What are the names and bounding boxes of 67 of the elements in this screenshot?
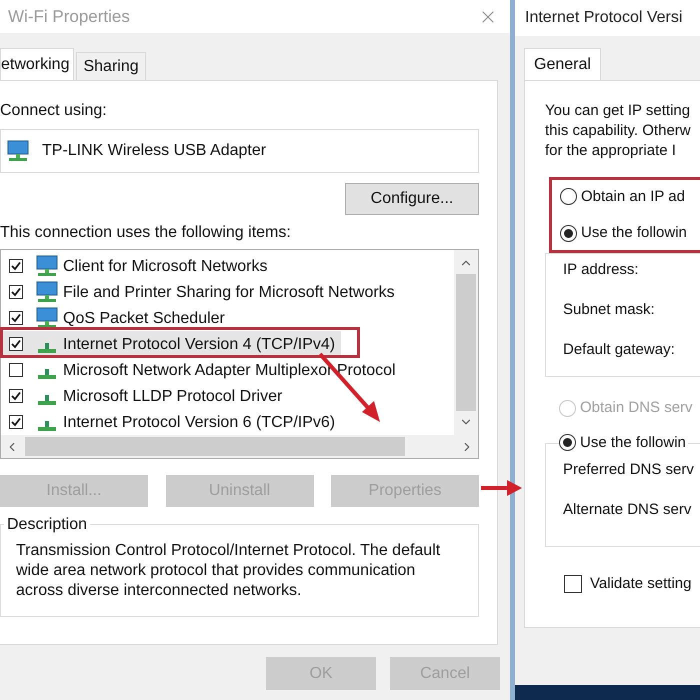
network-protocol-icon	[38, 395, 56, 405]
radio-button[interactable]	[560, 224, 577, 242]
checkbox[interactable]	[9, 389, 23, 403]
list-item[interactable]: Internet Protocol Version 6 (TCP/IPv6)	[1, 409, 342, 435]
items-label: This connection uses the following items:	[0, 223, 292, 243]
scrollbar-thumb[interactable]	[25, 437, 405, 456]
list-item[interactable]: Client for Microsoft Networks	[1, 253, 274, 279]
check-icon	[11, 391, 21, 401]
checkbox[interactable]	[9, 311, 23, 325]
configure-button[interactable]: Configure...	[345, 183, 479, 215]
radio-label: Use the followin	[580, 432, 686, 452]
item-label: Microsoft LLDP Protocol Driver	[63, 386, 282, 406]
tab[interactable]: Sharing	[76, 52, 146, 80]
intro-text: this capability. Otherw	[545, 121, 692, 141]
checkbox[interactable]	[9, 259, 23, 273]
check-icon	[11, 261, 21, 271]
item-label: File and Printer Sharing for Microsoft Networks	[63, 282, 395, 302]
network-computer-icon	[35, 281, 59, 303]
network-computer-icon	[6, 140, 30, 162]
window-title: Internet Protocol Versi	[525, 8, 682, 28]
annotation-arrow	[481, 480, 522, 496]
radio-button[interactable]	[559, 434, 576, 452]
field-label: Subnet mask:	[563, 300, 656, 320]
adapter-name: TP-LINK Wireless USB Adapter	[42, 141, 266, 161]
field-label: Alternate DNS serv	[563, 500, 692, 520]
checkbox[interactable]	[9, 337, 23, 351]
vertical-scrollbar[interactable]	[454, 250, 478, 435]
list-item[interactable]: Microsoft Network Adapter Multiplexor Protocol	[1, 357, 402, 383]
check-icon	[11, 313, 21, 323]
horizontal-scrollbar[interactable]	[1, 435, 478, 458]
list-item[interactable]: QoS Packet Scheduler	[1, 305, 231, 331]
list-item[interactable]: Internet Protocol Version 4 (TCP/IPv4)	[1, 331, 342, 357]
network-protocol-icon	[38, 421, 56, 431]
window-title: Wi-Fi Properties	[8, 6, 130, 28]
check-icon	[11, 417, 21, 427]
network-computer-icon	[35, 307, 59, 329]
field-label: IP address:	[563, 260, 640, 280]
item-label: Client for Microsoft Networks	[63, 256, 268, 276]
list-item[interactable]: File and Printer Sharing for Microsoft Networks	[1, 279, 401, 305]
check-icon	[11, 339, 21, 349]
network-computer-icon	[35, 255, 59, 277]
scrollbar-thumb[interactable]	[456, 274, 476, 411]
checkbox-label: Validate setting	[590, 574, 692, 594]
checkbox[interactable]	[9, 363, 23, 377]
checkbox[interactable]	[9, 285, 23, 299]
checkbox[interactable]	[9, 415, 23, 429]
radio-button[interactable]	[560, 188, 577, 206]
radio-label: Use the followin	[581, 223, 687, 243]
intro-text: for the appropriate I	[545, 141, 677, 161]
list-item[interactable]: Microsoft LLDP Protocol Driver	[1, 383, 288, 409]
item-label: Internet Protocol Version 4 (TCP/IPv4)	[63, 334, 336, 354]
tab[interactable]: etworking	[0, 48, 74, 80]
intro-text: You can get IP setting	[545, 101, 692, 121]
network-protocol-icon	[38, 343, 56, 353]
radio-label: Obtain DNS serv	[580, 398, 693, 418]
field-label: Preferred DNS serv	[563, 460, 695, 480]
check-icon	[11, 287, 21, 297]
network-protocol-icon	[38, 369, 56, 379]
item-label: QoS Packet Scheduler	[63, 308, 225, 328]
field-label: Default gateway:	[563, 340, 676, 360]
item-label: Internet Protocol Version 6 (TCP/IPv6)	[63, 412, 336, 432]
checkbox[interactable]	[564, 575, 582, 594]
connect-label: Connect using:	[0, 101, 108, 121]
item-label: Microsoft Network Adapter Multiplexor Protocol	[63, 360, 396, 380]
tab[interactable]: General	[524, 48, 601, 80]
radio-label: Obtain an IP ad	[581, 186, 685, 206]
description-text: Transmission Control Protocol/Internet Protocol. The default wide area network protocol that provides communication across diverse interconnected networks.	[16, 541, 442, 601]
